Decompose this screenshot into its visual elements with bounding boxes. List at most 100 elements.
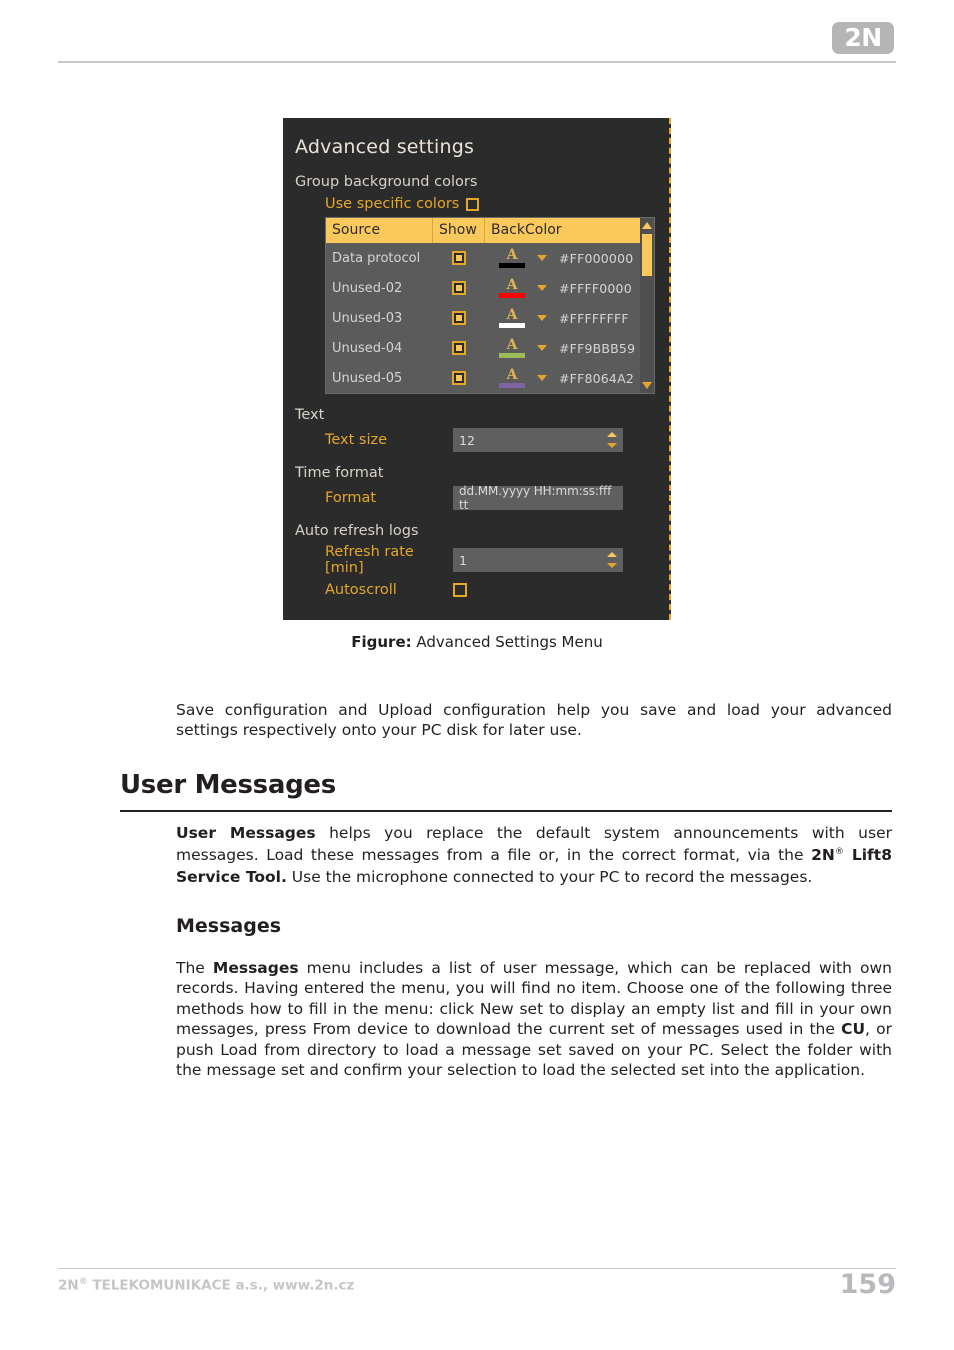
chevron-down-icon[interactable]	[537, 255, 547, 261]
format-input[interactable]: dd.MM.yyyy HH:mm:ss:fff tt	[453, 484, 623, 512]
table-row[interactable]: Unused-05 A #FF8064A2	[326, 363, 654, 393]
time-format-section-label: Time format	[295, 465, 384, 481]
cell-show	[433, 251, 485, 265]
um-sup-2: ®	[834, 846, 844, 857]
color-swatch-icon[interactable]: A	[499, 308, 525, 328]
autoscroll-checkbox[interactable]	[453, 583, 467, 597]
cell-backcolor: A #FF8064A2	[485, 368, 654, 388]
scroll-up-arrow-icon[interactable]	[642, 222, 652, 229]
cell-show	[433, 371, 485, 385]
refresh-rate-input[interactable]: 1	[453, 548, 623, 572]
use-specific-colors-label: Use specific colors	[325, 196, 460, 212]
chevron-down-icon[interactable]	[537, 285, 547, 291]
cell-source: Unused-02	[332, 280, 403, 296]
cell-backcolor: A #FF9BBB59	[485, 338, 654, 358]
scrollbar-thumb[interactable]	[642, 234, 652, 276]
cell-show	[433, 311, 485, 325]
table-body: Data protocol A #FF000000 Unused-02 A #FFFF00…	[326, 243, 654, 393]
table-scrollbar[interactable]	[640, 218, 654, 393]
page-header: 2N	[0, 0, 954, 70]
text-size-input[interactable]: 12	[453, 428, 623, 452]
page-number: 159	[839, 1269, 896, 1300]
brand-logo-2n: 2N	[832, 22, 894, 54]
cell-show	[433, 281, 485, 295]
stepper-up-icon[interactable]	[607, 432, 617, 437]
um-bold-1: User Messages	[176, 824, 316, 842]
show-checkbox[interactable]	[452, 251, 466, 265]
cell-backcolor: A #FFFFFFFF	[485, 308, 654, 328]
footer-divider	[58, 1268, 896, 1269]
format-label: Format	[325, 490, 377, 506]
scroll-down-arrow-icon[interactable]	[642, 382, 652, 389]
backcolor-hex-value: #FF9BBB59	[559, 340, 636, 356]
cell-source: Data protocol	[332, 250, 421, 266]
show-checkbox[interactable]	[452, 311, 466, 325]
um-bold-2: 2N	[811, 846, 835, 864]
auto-refresh-logs-section-label: Auto refresh logs	[295, 523, 419, 539]
stepper-up-icon[interactable]	[607, 552, 617, 557]
refresh-rate-row: Refresh rate [min] 1	[283, 539, 669, 576]
refresh-rate-stepper[interactable]	[607, 551, 617, 569]
swatch-letter: A	[506, 307, 518, 323]
cell-show	[433, 341, 485, 355]
dialog-title: Advanced settings	[295, 136, 475, 158]
figure-caption: Figure: Advanced Settings Menu	[0, 633, 954, 651]
show-checkbox[interactable]	[452, 341, 466, 355]
swatch-color-bar	[499, 293, 525, 298]
table-row[interactable]: Unused-04 A #FF9BBB59	[326, 333, 654, 363]
column-header-show[interactable]: Show	[433, 218, 485, 243]
checkbox-fill	[456, 315, 462, 321]
cell-source: Unused-03	[332, 310, 403, 326]
table-row[interactable]: Unused-03 A #FFFFFFFF	[326, 303, 654, 333]
chevron-down-icon[interactable]	[537, 375, 547, 381]
swatch-letter: A	[506, 247, 518, 263]
group-background-colors-label: Group background colors	[295, 174, 478, 190]
footer-registered-icon: ®	[78, 1277, 88, 1287]
column-header-backcolor[interactable]: BackColor	[485, 218, 654, 243]
footer-company-rest: TELEKOMUNIKACE a.s., www.2n.cz	[87, 1277, 355, 1294]
checkbox-fill	[456, 345, 462, 351]
color-swatch-icon[interactable]: A	[499, 248, 525, 268]
cell-backcolor: A #FFFF0000	[485, 278, 654, 298]
color-swatch-icon[interactable]: A	[499, 278, 525, 298]
backcolor-hex-value: #FFFF0000	[559, 280, 632, 296]
advanced-settings-dialog: Advanced settings Group background color…	[283, 118, 671, 620]
figure-caption-text: Advanced Settings Menu	[416, 633, 603, 651]
stepper-down-icon[interactable]	[607, 443, 617, 448]
show-checkbox[interactable]	[452, 371, 466, 385]
chevron-down-icon[interactable]	[537, 345, 547, 351]
backcolor-hex-value: #FFFFFFFF	[559, 310, 629, 326]
color-swatch-icon[interactable]: A	[499, 338, 525, 358]
subsection-title-messages: Messages	[176, 915, 282, 937]
text-size-row: Text size 12	[283, 423, 669, 452]
backcolor-hex-value: #FF000000	[559, 250, 634, 266]
column-header-source[interactable]: Source	[326, 218, 433, 243]
swatch-color-bar	[499, 383, 525, 388]
swatch-color-bar	[499, 353, 525, 358]
table-row[interactable]: Data protocol A #FF000000	[326, 243, 654, 273]
stepper-down-icon[interactable]	[607, 563, 617, 568]
footer-company: 2N® TELEKOMUNIKACE a.s., www.2n.cz	[58, 1277, 354, 1294]
footer-company-name: 2N	[58, 1277, 79, 1294]
format-row: Format dd.MM.yyyy HH:mm:ss:fff tt	[283, 481, 669, 512]
show-checkbox[interactable]	[452, 281, 466, 295]
checkbox-fill	[456, 255, 462, 261]
figure-block: Advanced settings Group background color…	[0, 118, 954, 651]
msg-text-1: The	[176, 959, 213, 977]
msg-bold-1: Messages	[212, 959, 299, 977]
text-size-stepper[interactable]	[607, 431, 617, 449]
figure-caption-label: Figure:	[351, 633, 412, 651]
um-text-2: Use the microphone connected to your PC …	[286, 868, 813, 886]
use-specific-colors-row[interactable]: Use specific colors	[283, 190, 669, 217]
text-size-label: Text size	[325, 432, 388, 448]
color-swatch-icon[interactable]: A	[499, 368, 525, 388]
swatch-letter: A	[506, 367, 518, 383]
chevron-down-icon[interactable]	[537, 315, 547, 321]
table-row[interactable]: Unused-02 A #FFFF0000	[326, 273, 654, 303]
use-specific-colors-checkbox[interactable]	[466, 197, 480, 211]
swatch-letter: A	[506, 277, 518, 293]
format-value: dd.MM.yyyy HH:mm:ss:fff tt	[459, 484, 612, 512]
text-section-label: Text	[295, 407, 325, 423]
swatch-color-bar	[499, 323, 525, 328]
header-divider	[58, 61, 896, 63]
